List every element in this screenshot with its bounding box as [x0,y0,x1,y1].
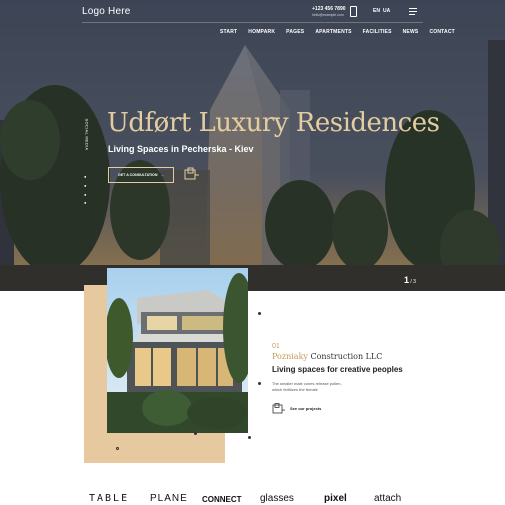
company-name: Pozniaky Construction LLC [272,352,383,361]
slide-total: / 3 [410,279,416,285]
brand-logo-pixel: pixel [324,493,347,504]
brand-logo-attach: attach [374,493,402,504]
nav-item-hompark[interactable]: HOMPARK [248,29,275,35]
phone-icon [350,6,357,17]
language-ua[interactable]: UA [383,8,390,14]
language-en[interactable]: EN [373,8,380,14]
slide-current: 1 [404,275,410,285]
brand-logo-plane: PLANE [150,493,188,504]
nav-item-pages[interactable]: PAGES [286,29,304,35]
nav-item-apartments[interactable]: APARTMENTS [315,29,351,35]
menu-icon[interactable] [409,8,417,17]
nav-item-news[interactable]: NEWS [403,29,419,35]
email-address[interactable]: hello@example.com [312,13,346,17]
section-tagline: Living spaces for creative peoples [272,365,403,374]
brand-logo-glasses: glasses [260,493,294,504]
hero-title: Udført Luxury Residences [107,108,440,138]
instagram-icon[interactable]: ● [84,200,86,205]
section-description: The smaller male cones release pollen, w… [272,381,342,392]
slide-indicator: 1 / 3 [404,275,416,285]
hero-section: Logo Here +123 456 7890 hello@example.co… [0,0,505,291]
social-media-label: SOCIAL MEDIA [84,118,90,151]
phone-number[interactable]: +123 456 7890 [312,6,346,12]
logo[interactable]: Logo Here [82,6,131,17]
consultation-button[interactable]: GET A CONSULTATION → [108,167,174,183]
brand-logo-connect: CONNECT [202,495,242,504]
floorplan-icon [272,403,285,414]
section-number: 01 [272,343,280,350]
nav-item-facilities[interactable]: FACILITIES [363,29,392,35]
arrow-right-icon: → [160,173,165,177]
facebook-icon[interactable]: ● [84,183,86,188]
twitter-icon[interactable]: ● [84,174,86,179]
contact-info: +123 456 7890 hello@example.com [312,6,346,17]
brand-logo-table: TABLE [89,493,130,504]
house-photo [107,268,248,433]
nav-item-contact[interactable]: CONTACT [429,29,454,35]
nav-item-start[interactable]: START [220,29,237,35]
header-divider [82,22,423,23]
main-nav: START HOMPARK PAGES APARTMENTS FACILITIE… [220,29,466,35]
brand-logos: TABLE PLANE CONNECT glasses pixel attach [0,493,505,505]
pinterest-icon[interactable]: ● [84,192,86,197]
hero-subtitle: Living Spaces in Pecherska - Kiev [108,144,254,154]
see-projects-link[interactable]: See our projects [272,403,321,414]
floorplan-icon [184,167,199,180]
